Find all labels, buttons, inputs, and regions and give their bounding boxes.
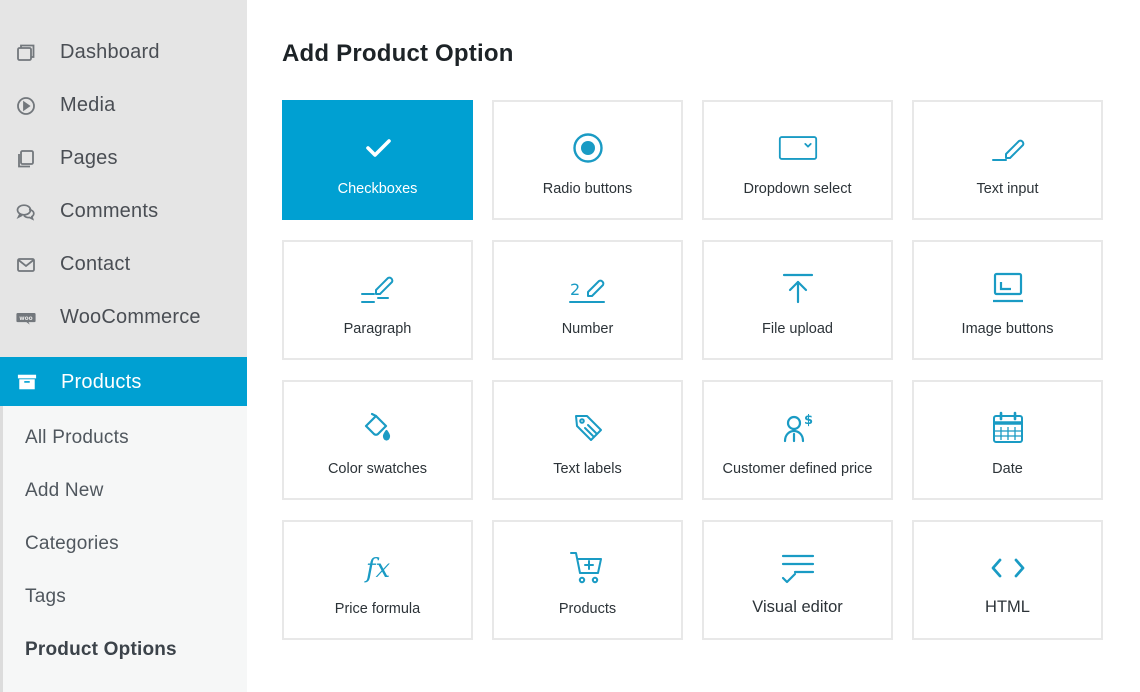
sidebar-item-label: Products bbox=[61, 370, 142, 393]
option-text-input[interactable]: Text input bbox=[912, 100, 1103, 220]
option-label: Checkboxes bbox=[337, 181, 418, 197]
option-label: Customer defined price bbox=[722, 461, 873, 477]
sidebar-item-label: Media bbox=[60, 94, 116, 116]
option-label: HTML bbox=[985, 598, 1030, 616]
dashboard-icon bbox=[16, 43, 36, 63]
submenu-item-add-new[interactable]: Add New bbox=[25, 480, 104, 502]
option-number[interactable]: 2 Number bbox=[492, 240, 683, 360]
option-file-upload[interactable]: File upload bbox=[702, 240, 893, 360]
option-label: Dropdown select bbox=[743, 181, 852, 197]
paint-bucket-icon bbox=[284, 410, 471, 446]
text-input-icon bbox=[914, 130, 1101, 166]
option-label: Products bbox=[558, 601, 617, 617]
option-image-buttons[interactable]: Image buttons bbox=[912, 240, 1103, 360]
option-label: Number bbox=[561, 321, 614, 337]
option-label: Visual editor bbox=[752, 598, 843, 616]
paragraph-icon bbox=[284, 270, 471, 306]
option-label: File upload bbox=[762, 321, 833, 337]
option-date[interactable]: Date bbox=[912, 380, 1103, 500]
sidebar-item-label: Dashboard bbox=[60, 41, 160, 63]
sidebar-item-products[interactable]: Products bbox=[0, 357, 247, 407]
sidebar-item-label: Pages bbox=[60, 147, 118, 169]
cart-icon bbox=[494, 550, 681, 586]
option-products[interactable]: Products bbox=[492, 520, 683, 640]
formula-icon: fx bbox=[284, 550, 471, 586]
svg-text:2: 2 bbox=[570, 280, 580, 299]
svg-text:$: $ bbox=[804, 413, 813, 428]
dropdown-icon bbox=[704, 130, 891, 166]
media-icon bbox=[16, 96, 36, 116]
sidebar-item-label: WooCommerce bbox=[60, 306, 201, 328]
option-label: Text labels bbox=[553, 461, 622, 477]
radio-icon bbox=[494, 130, 681, 166]
option-label: Date bbox=[992, 461, 1023, 477]
page-title: Add Product Option bbox=[282, 40, 514, 67]
submenu-item-tags[interactable]: Tags bbox=[25, 586, 66, 608]
option-label: Radio buttons bbox=[542, 181, 633, 197]
sidebar-item-comments[interactable]: Comments bbox=[0, 185, 247, 238]
code-icon bbox=[914, 550, 1101, 586]
visual-editor-icon bbox=[704, 550, 891, 586]
sidebar-item-media[interactable]: Media bbox=[0, 79, 247, 132]
sidebar-item-dashboard[interactable]: Dashboard bbox=[0, 26, 247, 79]
option-visual-editor[interactable]: Visual editor bbox=[702, 520, 893, 640]
upload-icon bbox=[704, 270, 891, 306]
submenu-item-categories[interactable]: Categories bbox=[25, 533, 119, 555]
pages-icon bbox=[16, 149, 36, 169]
woocommerce-icon: woo bbox=[16, 308, 36, 328]
sidebar-item-label: Contact bbox=[60, 253, 131, 275]
image-buttons-icon bbox=[914, 270, 1101, 306]
customer-price-icon: $ bbox=[704, 410, 891, 446]
option-text-labels[interactable]: Text labels bbox=[492, 380, 683, 500]
main-content: Add Product Option Checkboxes Radio butt… bbox=[247, 0, 1140, 692]
tag-icon bbox=[494, 410, 681, 446]
number-icon: 2 bbox=[494, 270, 681, 306]
contact-icon bbox=[16, 255, 36, 275]
comments-icon bbox=[16, 202, 36, 222]
option-price-formula[interactable]: fx Price formula bbox=[282, 520, 473, 640]
option-paragraph[interactable]: Paragraph bbox=[282, 240, 473, 360]
option-label: Image buttons bbox=[961, 321, 1054, 337]
calendar-icon bbox=[914, 410, 1101, 446]
option-html[interactable]: HTML bbox=[912, 520, 1103, 640]
checkmark-icon bbox=[284, 130, 471, 166]
products-icon bbox=[17, 372, 37, 392]
option-checkboxes[interactable]: Checkboxes bbox=[282, 100, 473, 220]
sidebar-item-woocommerce[interactable]: woo WooCommerce bbox=[0, 291, 247, 344]
sidebar-item-pages[interactable]: Pages bbox=[0, 132, 247, 185]
option-radio-buttons[interactable]: Radio buttons bbox=[492, 100, 683, 220]
svg-text:woo: woo bbox=[19, 316, 32, 322]
option-label: Color swatches bbox=[327, 461, 428, 477]
option-label: Text input bbox=[976, 181, 1039, 197]
svg-text:fx: fx bbox=[363, 554, 390, 584]
option-color-swatches[interactable]: Color swatches bbox=[282, 380, 473, 500]
option-dropdown-select[interactable]: Dropdown select bbox=[702, 100, 893, 220]
option-label: Price formula bbox=[334, 601, 421, 617]
sidebar-item-contact[interactable]: Contact bbox=[0, 238, 247, 291]
sidebar-item-label: Comments bbox=[60, 200, 159, 222]
products-submenu: All Products Add New Categories Tags Pro… bbox=[0, 406, 247, 692]
submenu-item-all-products[interactable]: All Products bbox=[25, 427, 129, 449]
submenu-item-product-options[interactable]: Product Options bbox=[25, 639, 177, 661]
option-customer-defined-price[interactable]: $ Customer defined price bbox=[702, 380, 893, 500]
option-label: Paragraph bbox=[343, 321, 412, 337]
admin-sidebar: Dashboard Media Pages Comments Contact w… bbox=[0, 0, 247, 692]
